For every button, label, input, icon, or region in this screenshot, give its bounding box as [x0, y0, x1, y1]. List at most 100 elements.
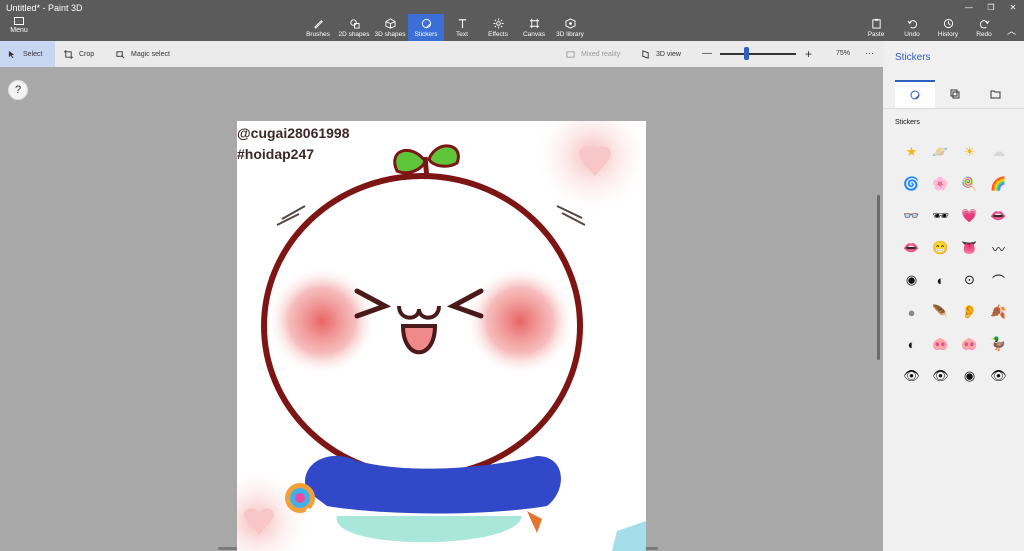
effects-icon — [492, 17, 504, 29]
stickers-tab-icon[interactable] — [895, 80, 935, 108]
sticker-nose-2[interactable]: 🐽 — [926, 328, 955, 360]
tab-brushes[interactable]: Brushes — [300, 14, 336, 41]
sticker-nose-1[interactable]: ◐ — [897, 328, 926, 360]
tab-3d-shapes[interactable]: 3D shapes — [372, 14, 408, 41]
paste-icon — [871, 18, 881, 29]
mixed-reality-icon — [566, 50, 575, 58]
zoom-value: 75% — [836, 50, 851, 57]
panel-divider — [883, 108, 1024, 109]
tool-tabs: Brushes 2D shapes 3D shapes Stickers Tex… — [300, 14, 588, 41]
sticker-ear-yellow[interactable]: 🍂 — [984, 296, 1013, 328]
panel-title: Stickers — [895, 52, 931, 63]
zoom-slider-thumb[interactable] — [744, 47, 750, 60]
paste-button[interactable]: Paste — [858, 14, 894, 41]
secondary-toolbar: Select Crop Magic select Mixed reality 3… — [0, 41, 883, 67]
canvas-text-line-1: @cugai28061998 — [237, 125, 350, 141]
tab-label: Stickers — [414, 30, 438, 38]
sticker-rainbow[interactable]: 🌈 — [984, 168, 1013, 200]
3d-shapes-icon — [384, 17, 396, 29]
canvas-text-line-2: #hoidap247 — [237, 146, 315, 162]
stickers-panel: Stickers Stickers ★ 🪐 ☀ ☁ 🌀 🌸 🍭 🌈 👓 🕶 💗 … — [883, 41, 1024, 551]
sticker-eye-1[interactable]: ◉ — [897, 264, 926, 296]
sticker-heart[interactable]: 💗 — [955, 200, 984, 232]
sticker-eye-orange[interactable]: ◉ — [955, 360, 984, 392]
undo-icon — [907, 19, 917, 28]
sticker-flower[interactable]: 🌸 — [926, 168, 955, 200]
sticker-planet[interactable]: 🪐 — [926, 136, 955, 168]
textures-tab-icon[interactable] — [935, 80, 975, 108]
sticker-ear-pink[interactable]: 👂 — [955, 296, 984, 328]
history-button[interactable]: History — [930, 14, 966, 41]
sticker-sun[interactable]: ☀ — [955, 136, 984, 168]
tab-canvas[interactable]: Canvas — [516, 14, 552, 41]
sticker-eye-2[interactable]: ◐ — [926, 264, 955, 296]
custom-folder-icon[interactable] — [975, 80, 1015, 108]
drawing-canvas[interactable]: @cugai28061998 #hoidap247 — [237, 121, 646, 551]
sticker-lips[interactable]: 👄 — [984, 200, 1013, 232]
3d-view-button[interactable]: 3D view — [641, 41, 681, 67]
mixed-reality-label: Mixed reality — [581, 50, 621, 58]
zoom-in-button[interactable]: + — [805, 48, 812, 60]
sticker-mouth-grin[interactable]: 😁 — [926, 232, 955, 264]
sticker-glasses[interactable]: 👓 — [897, 200, 926, 232]
zoom-out-button[interactable]: — — [702, 49, 712, 59]
tab-label: Canvas — [522, 30, 546, 38]
sticker-tongue[interactable]: 👅 — [955, 232, 984, 264]
mixed-reality-button: Mixed reality — [566, 41, 620, 67]
sticker-cloud[interactable]: ☁ — [984, 136, 1013, 168]
tab-label: Brushes — [306, 30, 330, 38]
more-options-icon[interactable]: ··· — [865, 48, 874, 58]
tab-label: 3D library — [556, 30, 584, 38]
sticker-eye-lashes[interactable]: 👁 — [984, 360, 1013, 392]
select-label: Select — [23, 50, 43, 58]
restore-icon[interactable]: ❐ — [980, 0, 1002, 14]
tab-effects[interactable]: Effects — [480, 14, 516, 41]
ribbon-bar: Untitled* - Paint 3D Menu Brushes 2D sha… — [0, 0, 1024, 41]
3d-library-icon — [564, 17, 576, 29]
sticker-eye-3[interactable]: ⊙ — [955, 264, 984, 296]
cursor-icon — [8, 50, 15, 58]
redo-button[interactable]: Redo — [966, 14, 1002, 41]
sticker-lollipop[interactable]: 🍭 — [955, 168, 984, 200]
crop-label: Crop — [79, 50, 95, 58]
sticker-beak[interactable]: 🦆 — [984, 328, 1013, 360]
sticker-mouth-open[interactable]: 👄 — [897, 232, 926, 264]
magic-select-button[interactable]: Magic select — [116, 41, 170, 67]
tab-3d-library[interactable]: 3D library — [552, 14, 588, 41]
3d-view-icon — [642, 49, 649, 59]
section-label: Stickers — [895, 119, 920, 126]
action-label: Redo — [976, 30, 992, 38]
zoom-slider[interactable] — [720, 53, 796, 55]
chevron-up-icon[interactable]: ︿ — [1007, 24, 1016, 37]
sticker-sunglasses[interactable]: 🕶 — [926, 200, 955, 232]
menu-label: Menu — [10, 27, 28, 34]
sticker-mustache[interactable]: 〰 — [984, 232, 1013, 264]
tab-label: Effects — [488, 30, 508, 38]
sticker-ear-gray[interactable]: ● — [897, 296, 926, 328]
sticker-eye-blue[interactable]: 👁 — [926, 360, 955, 392]
sticker-ear-fox[interactable]: 🪶 — [926, 296, 955, 328]
character-illustration — [237, 121, 646, 551]
tab-text[interactable]: Text — [444, 14, 480, 41]
sticker-eyelid[interactable]: ⌒ — [984, 264, 1013, 296]
sticker-grid: ★ 🪐 ☀ ☁ 🌀 🌸 🍭 🌈 👓 🕶 💗 👄 👄 😁 👅 〰 ◉ ◐ ⊙ ⌒ … — [897, 136, 1013, 392]
minimize-icon[interactable]: — — [958, 0, 980, 14]
vertical-scrollbar[interactable] — [877, 195, 880, 360]
action-label: History — [937, 30, 959, 38]
menu-button[interactable]: Menu — [6, 17, 32, 39]
history-icon — [943, 18, 953, 28]
tab-stickers[interactable]: Stickers — [408, 14, 444, 41]
select-button[interactable]: Select — [0, 41, 55, 67]
help-button[interactable]: ? — [8, 80, 28, 100]
tab-2d-shapes[interactable]: 2D shapes — [336, 14, 372, 41]
sticker-pig-nose[interactable]: 🐽 — [955, 328, 984, 360]
sticker-spiral[interactable]: 🌀 — [897, 168, 926, 200]
stickers-icon — [421, 18, 431, 28]
tab-label: 2D shapes — [338, 30, 370, 38]
undo-button[interactable]: Undo — [894, 14, 930, 41]
sticker-star[interactable]: ★ — [897, 136, 926, 168]
crop-button[interactable]: Crop — [64, 41, 94, 67]
sticker-eye-green[interactable]: 👁 — [897, 360, 926, 392]
close-icon[interactable]: ✕ — [1002, 0, 1024, 14]
action-buttons: Paste Undo History Redo — [858, 14, 1002, 41]
